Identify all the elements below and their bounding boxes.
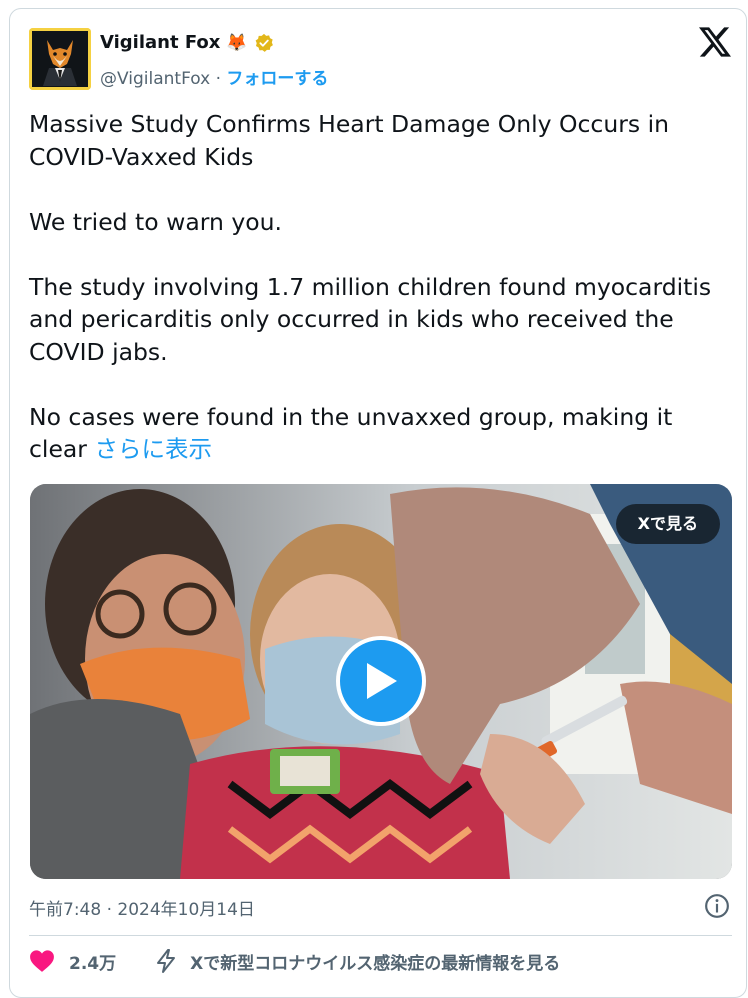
author-name-row[interactable]: Vigilant Fox 🦊 <box>100 32 274 53</box>
video-media[interactable]: Xで見る <box>30 484 732 879</box>
info-icon[interactable] <box>704 893 730 919</box>
x-logo-icon[interactable] <box>699 27 731 57</box>
covid-info-link[interactable]: Xで新型コロナウイルス感染症の最新情報を見る <box>154 948 560 974</box>
play-icon <box>367 663 397 699</box>
play-button[interactable] <box>336 636 426 726</box>
tweet-text: Massive Study Confirms Heart Damage Only… <box>29 108 729 466</box>
action-bar: 2.4万 Xで新型コロナウイルス感染症の最新情報を見る <box>29 948 560 974</box>
watch-on-x-button[interactable]: Xで見る <box>615 504 720 544</box>
author-handle[interactable]: @VigilantFox <box>100 69 210 89</box>
like-button[interactable]: 2.4万 <box>29 949 116 974</box>
avatar[interactable] <box>29 28 91 90</box>
lightning-icon <box>157 949 176 973</box>
covid-info-label: Xで新型コロナウイルス感染症の最新情報を見る <box>190 953 561 974</box>
fox-emoji: 🦊 <box>226 32 248 53</box>
like-count: 2.4万 <box>69 953 117 974</box>
fox-avatar-image <box>29 28 91 90</box>
verified-badge-icon <box>255 33 273 52</box>
tweet-paragraph-last: No cases were found in the unvaxxed grou… <box>29 401 729 466</box>
separator-dot: · <box>215 69 221 89</box>
heart-icon <box>30 950 54 972</box>
tweet-paragraph: Massive Study Confirms Heart Damage Only… <box>29 110 670 171</box>
author-handle-row: @VigilantFox · フォローする <box>100 64 328 89</box>
tweet-paragraph: We tried to warn you. <box>29 207 282 236</box>
author-name[interactable]: Vigilant Fox <box>100 32 220 53</box>
follow-button[interactable]: フォローする <box>226 69 328 89</box>
divider <box>29 935 732 936</box>
tweet-paragraph: The study involving 1.7 million children… <box>29 272 712 366</box>
tweet-timestamp[interactable]: 午前7:48 · 2024年10月14日 <box>29 895 255 920</box>
show-more-link[interactable]: さらに表示 <box>94 435 212 463</box>
